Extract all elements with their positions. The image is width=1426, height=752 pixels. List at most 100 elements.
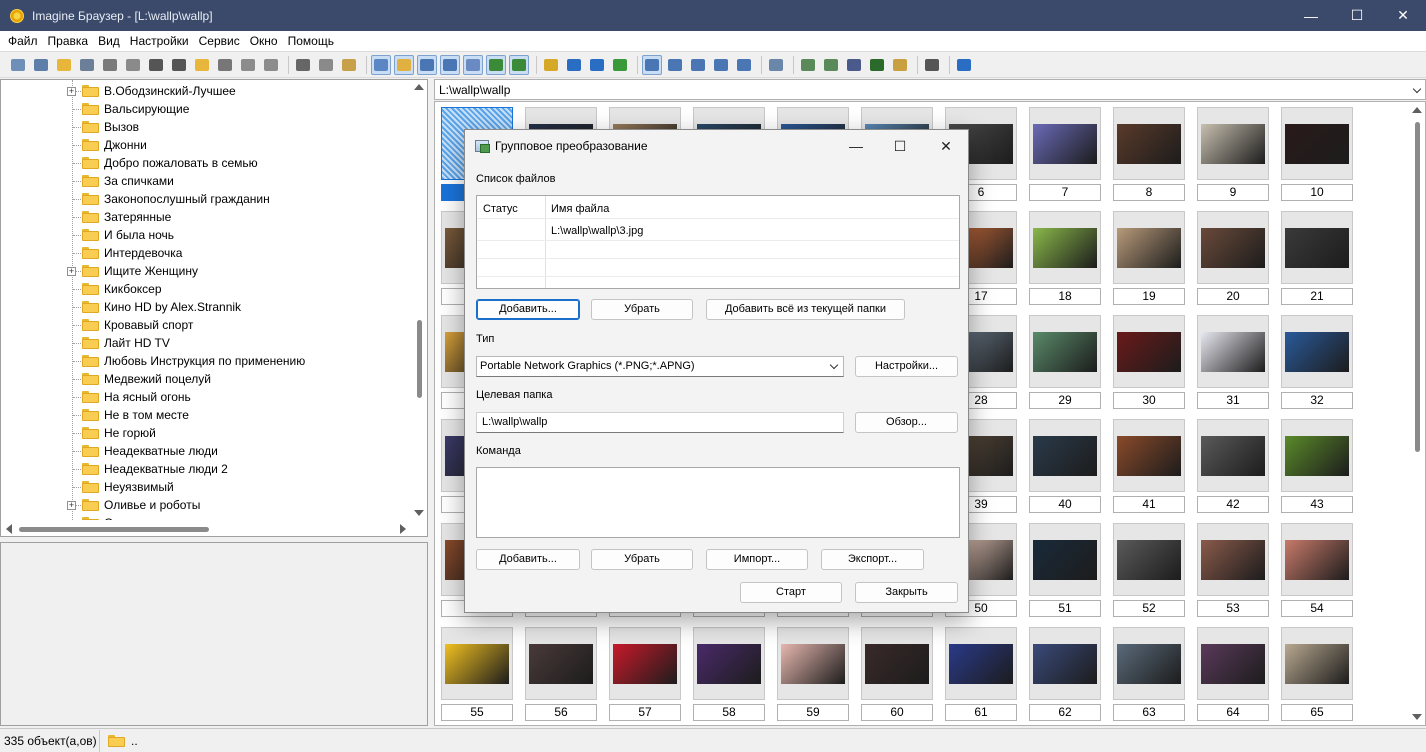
thumbnail-item[interactable]: 51	[1029, 523, 1101, 618]
thumbnails-view-button[interactable]	[371, 54, 391, 75]
back-arrow-button[interactable]	[564, 55, 584, 75]
delete-button[interactable]	[238, 55, 258, 75]
tree-item[interactable]: Неадекватные люди 2	[1, 460, 411, 478]
small-icons-view-button[interactable]	[665, 55, 685, 75]
tree-item[interactable]: Неадекватные люди	[1, 442, 411, 460]
tools-wrench-button[interactable]	[766, 55, 786, 75]
history-button[interactable]	[417, 54, 437, 75]
cut-button[interactable]	[293, 55, 313, 75]
list-view-button[interactable]	[688, 55, 708, 75]
tree-view-button[interactable]	[394, 54, 414, 75]
scroll-down-arrow-icon[interactable]	[414, 510, 424, 516]
menu-window[interactable]: Окно	[245, 34, 283, 48]
thumbnail-item[interactable]: 40	[1029, 419, 1101, 514]
add-all-from-folder-button[interactable]: Добавить всё из текущей папки	[706, 299, 905, 320]
file-list[interactable]: Статус Имя файла L:\wallp\wallp\3.jpg	[476, 195, 960, 289]
batch-convert-button[interactable]	[821, 55, 841, 75]
dialog-maximize-button[interactable]: ☐	[877, 130, 923, 162]
properties-button[interactable]	[261, 55, 281, 75]
tree-item[interactable]: + Ищите Женщину	[1, 262, 411, 280]
copy-button[interactable]	[316, 55, 336, 75]
scroll-down-arrow-icon[interactable]	[1412, 714, 1422, 720]
close-dialog-button[interactable]: Закрыть	[855, 582, 958, 603]
dialog-close-button[interactable]: ✕	[923, 130, 969, 162]
preview-pane-button[interactable]	[440, 54, 460, 75]
folder-tree[interactable]: + В.Ободзинский-Лучшее Вальсирующие Вызов Дж…	[0, 79, 428, 537]
capture-button[interactable]	[844, 55, 864, 75]
add-file-button[interactable]: Добавить...	[476, 299, 580, 320]
import-button[interactable]: Импорт...	[706, 549, 808, 570]
remove-file-button[interactable]: Убрать	[591, 299, 693, 320]
thumbnail-item[interactable]: 30	[1113, 315, 1185, 410]
thumbnail-item[interactable]: 29	[1029, 315, 1101, 410]
tree-item[interactable]: Медвежий поцелуй	[1, 370, 411, 388]
scroll-right-arrow-icon[interactable]	[400, 524, 406, 534]
thumbnail-item[interactable]: 41	[1113, 419, 1185, 514]
target-folder-input[interactable]: L:\wallp\wallp	[476, 412, 844, 433]
tree-item[interactable]: Не в том месте	[1, 406, 411, 424]
tree-item[interactable]: За спичками	[1, 172, 411, 190]
menu-file[interactable]: Файл	[3, 34, 43, 48]
thumbnail-item[interactable]: 56	[525, 627, 597, 722]
options-button[interactable]	[922, 55, 942, 75]
thumbnail-item[interactable]: 55	[441, 627, 513, 722]
file-list-item[interactable]: L:\wallp\wallp\3.jpg	[551, 225, 643, 237]
details-view-button[interactable]	[711, 55, 731, 75]
tree-item[interactable]: Неуязвимый	[1, 478, 411, 496]
scrollbar-thumb[interactable]	[417, 320, 422, 398]
maximize-button[interactable]: ☐	[1334, 0, 1380, 31]
thumbnail-item[interactable]: 18	[1029, 211, 1101, 306]
tree-vertical-scrollbar[interactable]	[410, 80, 427, 520]
thumbnail-item[interactable]: 58	[693, 627, 765, 722]
tree-item[interactable]: Затерянные	[1, 208, 411, 226]
menu-settings[interactable]: Настройки	[125, 34, 194, 48]
thumbnail-item[interactable]: 31	[1197, 315, 1269, 410]
thumbnail-item[interactable]: 32	[1281, 315, 1353, 410]
tree-item[interactable]: Законопослушный гражданин	[1, 190, 411, 208]
parent-folder-button[interactable]	[541, 55, 561, 75]
tree-item[interactable]: + Оливье и роботы	[1, 496, 411, 514]
tree-item[interactable]: На ясный огонь	[1, 388, 411, 406]
minimize-button[interactable]: —	[1288, 0, 1334, 31]
remove-command-button[interactable]: Убрать	[591, 549, 693, 570]
tree-item[interactable]: Добро пожаловать в семью	[1, 154, 411, 172]
help-button[interactable]	[954, 55, 974, 75]
scrollbar-thumb[interactable]	[1415, 122, 1420, 452]
tree-item[interactable]: Джонни	[1, 136, 411, 154]
chevron-down-icon[interactable]	[1412, 84, 1422, 94]
thumbnail-item[interactable]: 61	[945, 627, 1017, 722]
tree-item[interactable]: Любовь Инструкция по применению	[1, 352, 411, 370]
menu-edit[interactable]: Правка	[43, 34, 94, 48]
column-header-filename[interactable]: Имя файла	[551, 203, 609, 215]
print-button[interactable]	[100, 55, 120, 75]
thumbnail-item[interactable]: 21	[1281, 211, 1353, 306]
add-command-button[interactable]: Добавить...	[476, 549, 580, 570]
thumbnail-size-button[interactable]	[509, 54, 529, 75]
slideshow-button[interactable]	[31, 55, 51, 75]
open-folder-button[interactable]	[54, 55, 74, 75]
output-type-select[interactable]: Portable Network Graphics (*.PNG;*.APNG)	[476, 356, 844, 377]
close-button[interactable]: ✕	[1380, 0, 1426, 31]
convert-button[interactable]	[798, 55, 818, 75]
browse-button[interactable]: Обзор...	[855, 412, 958, 433]
column-header-status[interactable]: Статус	[483, 203, 518, 215]
view-button[interactable]	[8, 55, 28, 75]
scroll-left-arrow-icon[interactable]	[6, 524, 12, 534]
menu-tools[interactable]: Сервис	[194, 34, 245, 48]
thumbnail-item[interactable]: 20	[1197, 211, 1269, 306]
tree-item[interactable]: Вальсирующие	[1, 100, 411, 118]
tree-horizontal-scrollbar[interactable]	[1, 520, 411, 536]
edit-pencil-button[interactable]	[890, 55, 910, 75]
thumbnail-item[interactable]: 65	[1281, 627, 1353, 722]
thumbnail-item[interactable]: 7	[1029, 107, 1101, 202]
thumbnail-item[interactable]: 53	[1197, 523, 1269, 618]
thumbnail-item[interactable]: 19	[1113, 211, 1185, 306]
menu-view[interactable]: Вид	[93, 34, 125, 48]
tree-item[interactable]: Лайт HD TV	[1, 334, 411, 352]
thumbnail-item[interactable]: 8	[1113, 107, 1185, 202]
scroll-up-arrow-icon[interactable]	[414, 84, 424, 90]
tree-item[interactable]: И была ночь	[1, 226, 411, 244]
tree-item[interactable]: Кровавый спорт	[1, 316, 411, 334]
start-button[interactable]: Старт	[740, 582, 842, 603]
expand-plus-icon[interactable]: +	[67, 267, 76, 276]
